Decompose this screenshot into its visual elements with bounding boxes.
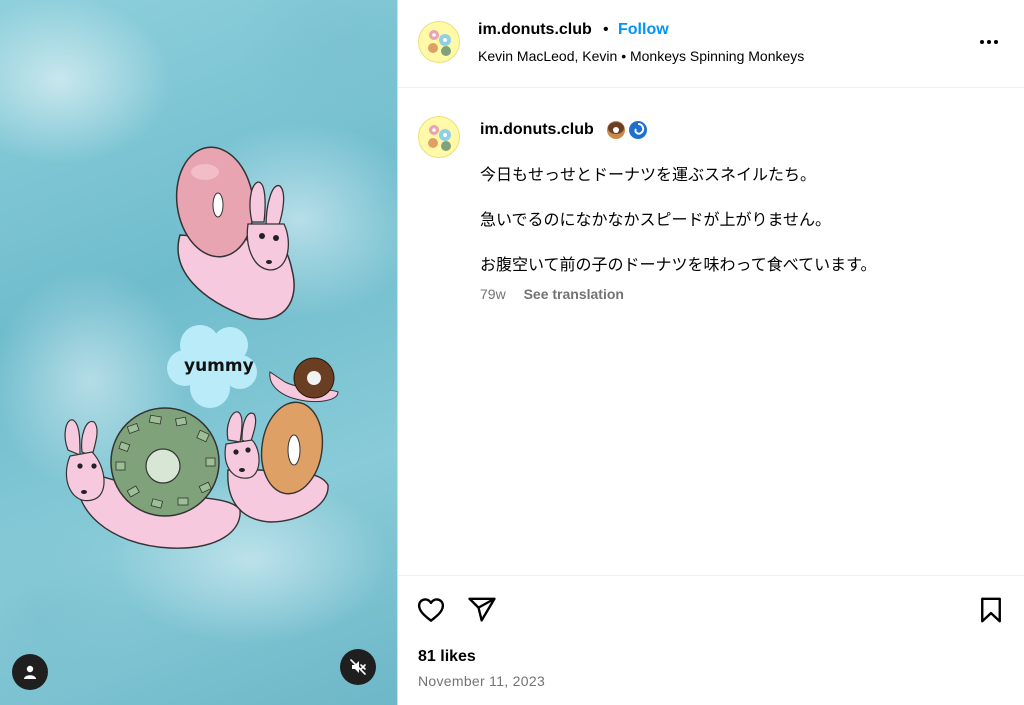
reel-video[interactable]: yummy [0,0,397,705]
caption-emojis [607,121,647,139]
mute-icon [350,659,366,675]
caption-line: 今日もせっせとドーナツを運ぶスネイルたち。 [480,165,817,184]
bookmark-icon[interactable] [976,595,1006,625]
share-icon[interactable] [467,595,497,625]
post-details-panel: im.donuts.club • Follow Kevin MacLeod, K… [397,0,1024,705]
donut-emoji [607,121,625,139]
snail-illustration [64,146,339,549]
heart-icon[interactable] [416,595,446,625]
caption-text: 今日もせっせとドーナツを運ぶスネイルたち。 急いでるのになかなかスピードが上がり… [480,164,1000,299]
follow-button[interactable]: Follow [618,21,669,39]
more-options-icon[interactable] [977,30,1001,54]
post-viewer: yummy im.donuts.club • Follow Kevin MacL… [0,0,1024,705]
header-separator: • [603,21,609,38]
tagged-users-button[interactable] [12,654,48,690]
beige-donut-snail [224,401,329,523]
bubble-text: yummy [184,356,254,376]
see-translation-link[interactable]: See translation [524,286,624,302]
caption-line: お腹空いて前の子のドーナツを味わって食べています。 [480,255,877,274]
likes-count[interactable]: 81 likes [418,648,476,666]
green-donut-snail [64,407,241,549]
pink-donut-snail [175,146,295,320]
caption-avatar[interactable] [418,116,460,158]
post-date: November 11, 2023 [418,673,546,689]
post-age[interactable]: 79w [480,286,506,302]
caption-line: 急いでるのになかなかスピードが上がりません。 [480,210,832,229]
action-bar: 81 likes November 11, 2023 [398,575,1024,705]
avatar-snail-image [428,125,451,151]
cyclone-emoji [629,121,647,139]
avatar-snail-image [428,30,451,56]
mute-toggle-button[interactable] [340,649,376,685]
caption-username[interactable]: im.donuts.club [480,121,594,139]
audio-attribution-link[interactable]: Kevin MacLeod, Kevin • Monkeys Spinning … [478,48,804,64]
post-header: im.donuts.club • Follow Kevin MacLeod, K… [398,0,1024,88]
caption-meta: 79w See translation [480,286,624,302]
header-username[interactable]: im.donuts.club [478,21,592,39]
small-chocolate-donut [269,357,339,403]
person-tag-icon [24,665,36,679]
avatar[interactable] [418,21,460,63]
